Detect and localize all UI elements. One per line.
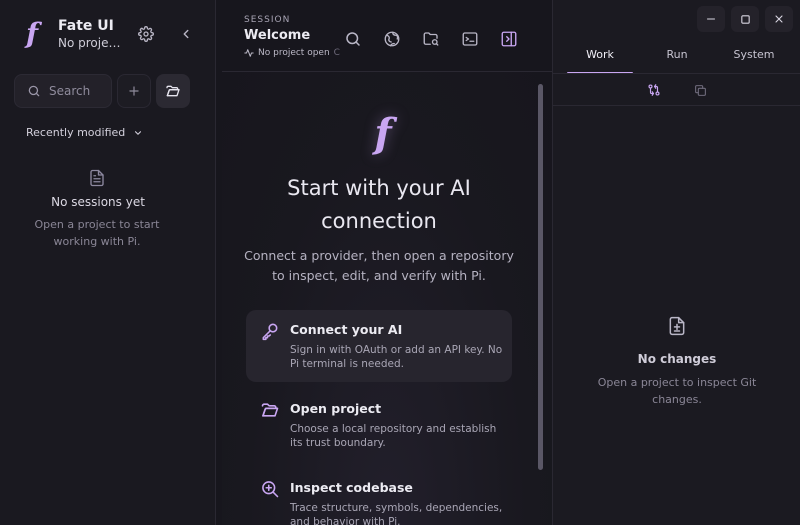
card-desc: Trace structure, symbols, dependencies, … [290,502,503,525]
copy-button[interactable] [692,82,708,98]
welcome-content: f Start with your AI connection Connect … [222,72,552,525]
session-title: Welcome [244,28,311,43]
hero-logo: f [374,110,392,157]
empty-sessions-title: No sessions yet [51,195,145,209]
toggle-right-panel-button[interactable] [498,28,520,50]
folder-search-icon [423,32,439,46]
tab-system[interactable]: System [723,44,785,74]
tabs-divider [553,73,800,74]
subtoolbar-divider [553,105,800,106]
folder-open-icon [261,403,279,417]
folder-open-icon [166,85,180,97]
sort-label: Recently modified [26,126,126,139]
minimize-button[interactable] [697,6,725,32]
card-desc: Choose a local repository and establish … [290,423,497,449]
session-status: No project open C [244,48,340,58]
document-icon [90,169,104,187]
git-changes-button[interactable] [646,82,662,98]
search-field[interactable] [14,74,112,108]
card-title: Connect your AI [290,322,403,337]
globe-icon [384,31,400,47]
session-status-text: No project open [258,48,330,58]
card-desc: Sign in with OAuth or add an API key. No… [290,344,503,370]
file-diff-icon [669,316,685,336]
collapse-sidebar-button[interactable] [174,22,198,46]
terminal-icon [462,32,478,46]
session-status-extra: C [333,48,340,58]
new-session-button[interactable] [117,74,151,108]
settings-button[interactable] [134,22,158,46]
browser-button[interactable] [381,28,403,50]
chevron-down-icon [135,130,142,135]
card-title: Open project [290,401,382,416]
chevron-left-icon [183,29,189,39]
open-folder-button[interactable] [156,74,190,108]
maximize-button[interactable] [731,6,759,32]
git-compare-icon [648,84,660,96]
no-changes-desc: Open a project to inspect Git changes. [597,376,757,406]
plus-icon [129,86,139,96]
terminal-button[interactable] [459,28,481,50]
maximize-icon [740,14,750,24]
zoom-in-icon [262,481,279,498]
session-kicker: SESSION [244,15,291,25]
activity-icon [244,49,254,57]
app-name: Fate UI [58,18,114,34]
sort-dropdown[interactable]: Recently modified [26,126,143,139]
brand-logo: f [25,17,39,50]
close-button[interactable] [765,6,793,32]
card-title: Inspect codebase [290,480,413,495]
minimize-icon [706,18,716,20]
search-input[interactable] [49,84,105,98]
sidebar: f Fate UI No project open Recently modif… [0,0,216,525]
right-panel: Work Run System No changes Open a projec… [552,0,800,525]
copy-icon [694,84,706,96]
main-panel: SESSION Welcome No project open C f Star… [216,0,552,525]
search-icon [346,32,360,46]
scrollbar[interactable] [538,84,543,470]
search-button[interactable] [342,28,364,50]
open-project-card[interactable]: Open project Choose a local repository a… [246,389,512,461]
no-changes-title: No changes [637,352,717,366]
panel-tabs: Work Run System [553,44,800,74]
empty-sessions-desc: Open a project to start working with Pi. [34,218,160,248]
hero-title: Start with your AI connection [287,176,471,233]
gear-icon [138,26,154,42]
search-icon [28,85,40,97]
key-icon [262,323,278,341]
tab-run[interactable]: Run [645,44,709,74]
connect-ai-card[interactable]: Connect your AI Sign in with OAuth or ad… [246,310,512,382]
panel-right-icon [501,31,517,47]
inspect-codebase-card[interactable]: Inspect codebase Trace structure, symbol… [246,468,512,525]
close-icon [775,15,783,23]
project-status: No project open [58,36,124,50]
tab-work[interactable]: Work [567,44,633,74]
hero-subtitle: Connect a provider, then open a reposito… [244,248,514,283]
search-files-button[interactable] [420,28,442,50]
